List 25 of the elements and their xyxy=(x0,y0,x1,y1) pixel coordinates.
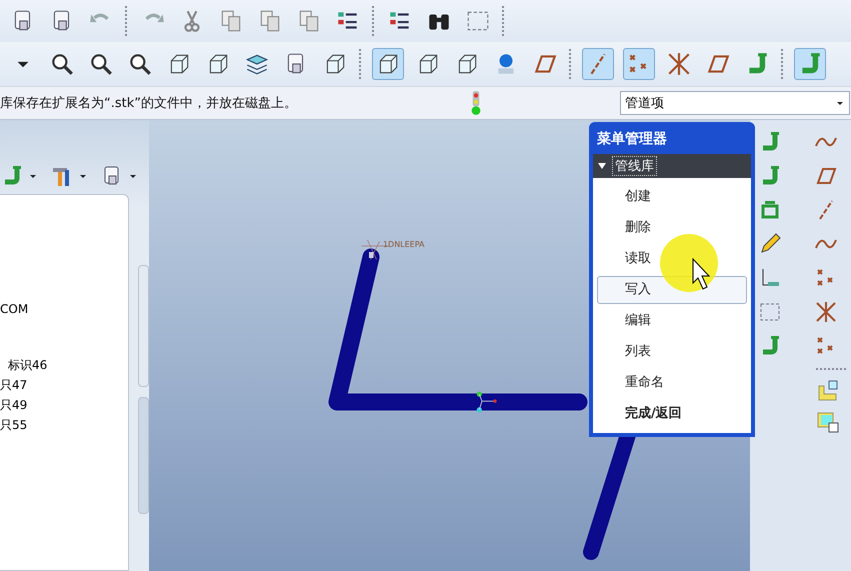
menu-item[interactable]: 读取 xyxy=(596,245,747,273)
menu-item[interactable]: 列表 xyxy=(596,338,747,366)
sash-handle[interactable] xyxy=(138,265,149,387)
filter-dropdown[interactable]: 管道项 xyxy=(620,91,850,115)
menu-item[interactable]: 创建 xyxy=(596,183,747,211)
menu-item[interactable]: 重命名 xyxy=(596,369,747,397)
pipe-tube-icon[interactable] xyxy=(794,48,826,80)
traffic-light-icon[interactable] xyxy=(470,90,482,116)
hidden-line-cube-icon[interactable] xyxy=(372,48,404,80)
expand-triangle-icon xyxy=(596,161,607,171)
menu-section-header[interactable]: 管线库 xyxy=(592,154,751,178)
datum-point-icon[interactable] xyxy=(623,48,655,80)
tree-item[interactable]: 只49 xyxy=(0,395,28,415)
datum-axis-icon[interactable] xyxy=(582,48,614,80)
tree-item[interactable]: COM xyxy=(0,299,28,319)
menu-item[interactable]: 完成/返回 xyxy=(596,400,747,428)
tree-item[interactable]: 只55 xyxy=(0,415,28,435)
tree-item[interactable]: 标识46 xyxy=(8,355,48,375)
menu-item[interactable]: 编辑 xyxy=(596,307,747,335)
window-title: 菜单管理器 xyxy=(596,130,668,149)
pipe-label: 1DNLEEPA xyxy=(382,240,425,249)
status-message: 库保存在扩展名为“.stk”的文件中，并放在磁盘上。 xyxy=(0,95,298,112)
menu-item[interactable]: 删除 xyxy=(596,214,747,242)
sash-handle[interactable] xyxy=(138,397,149,514)
tree-item[interactable]: 只47 xyxy=(0,375,28,395)
